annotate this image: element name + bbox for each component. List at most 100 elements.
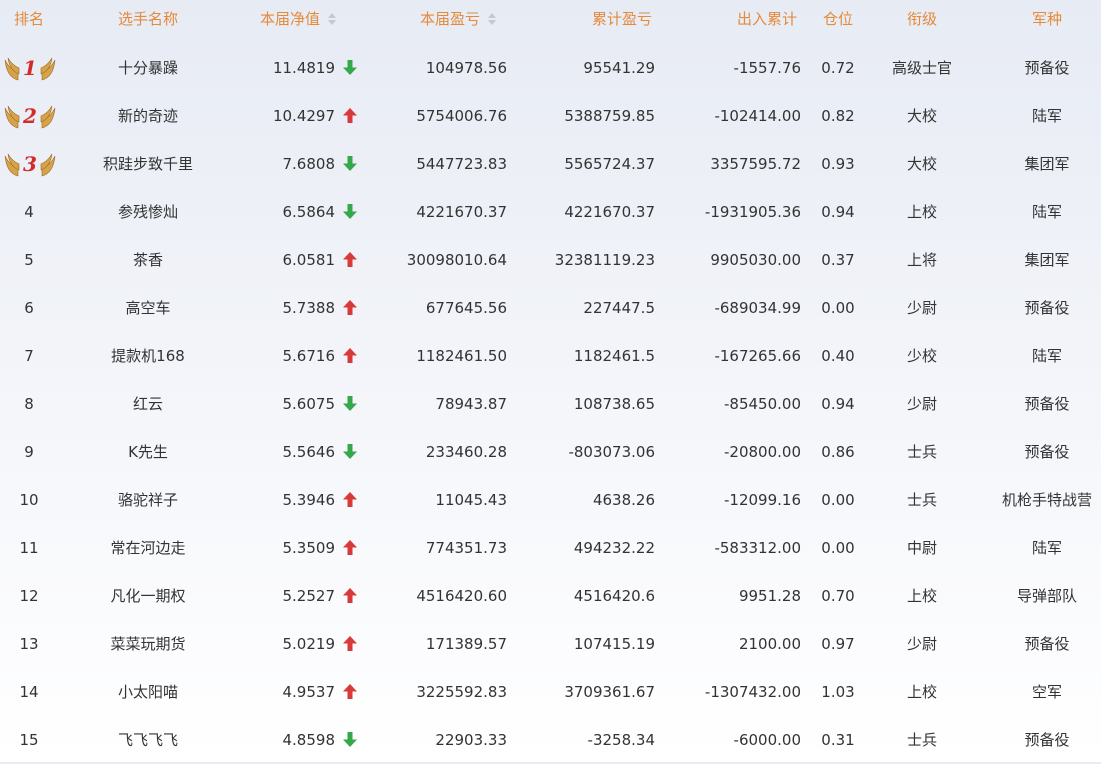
table-row[interactable]: 12 凡化一期权 5.2527 4516420.60 4516420.6 995… (0, 572, 1101, 620)
grade-value: 上校 (906, 683, 937, 701)
sort-icon[interactable] (328, 12, 336, 25)
header-rank: 排名 (13, 10, 44, 28)
total-pnl-value: 494232.22 (573, 539, 655, 557)
header-net-sortable[interactable]: 本届净值 (240, 0, 336, 38)
player-name[interactable]: 凡化一期权 (62, 572, 234, 620)
branch-value: 预备役 (1024, 299, 1070, 317)
rank-number: 3 (23, 152, 37, 176)
player-name[interactable]: 骆驼祥子 (62, 476, 234, 524)
position-value: 0.37 (821, 251, 855, 269)
player-name[interactable]: 菜菜玩期货 (62, 620, 234, 668)
net-value: 5.0219 (282, 635, 336, 653)
arrow-up-icon (343, 636, 357, 651)
branch-value: 集团军 (1024, 155, 1070, 173)
flow-value: -1557.76 (733, 59, 801, 77)
branch-value: 预备役 (1024, 443, 1070, 461)
rank-number: 1 (23, 56, 37, 80)
total-pnl-value: -803073.06 (568, 443, 655, 461)
arrow-up-icon (343, 252, 357, 267)
position-value: 0.94 (821, 203, 855, 221)
branch-value: 预备役 (1024, 731, 1070, 749)
table-row[interactable]: 5 茶香 6.0581 30098010.64 32381119.23 9905… (0, 236, 1101, 284)
table-row[interactable]: 6 高空车 5.7388 677645.56 227447.5 -689034.… (0, 284, 1101, 332)
arrow-down-icon (343, 204, 357, 219)
table-row[interactable]: 10 骆驼祥子 5.3946 11045.43 4638.26 -12099.1… (0, 476, 1101, 524)
pnl-value: 78943.87 (435, 395, 507, 413)
pnl-value: 171389.57 (425, 635, 507, 653)
flow-value: 9905030.00 (710, 251, 801, 269)
rank-cell: 7 (0, 332, 58, 380)
rank-medal: 1 (4, 52, 56, 84)
position-value: 0.94 (821, 395, 855, 413)
player-name[interactable]: 红云 (62, 380, 234, 428)
branch-value: 陆军 (1031, 347, 1062, 365)
grade-value: 上校 (906, 203, 937, 221)
rank-number: 2 (23, 104, 37, 128)
header-flow: 出入累计 (736, 10, 797, 28)
table-row[interactable]: 1 十分暴躁 11.4819 104978.56 95541.29 -1557.… (0, 44, 1101, 92)
sort-icon[interactable] (488, 12, 496, 25)
rank-cell: 8 (0, 380, 58, 428)
player-name[interactable]: 参残惨灿 (62, 188, 234, 236)
header-pnl-sortable[interactable]: 本届盈亏 (372, 0, 496, 38)
table-row[interactable]: 3 积跬步致千里 7.6808 5447723.83 5565724.37 33… (0, 140, 1101, 188)
pnl-value: 5754006.76 (416, 107, 507, 125)
player-name[interactable]: 新的奇迹 (62, 92, 234, 140)
flow-value: -1931905.36 (704, 203, 801, 221)
table-row[interactable]: 11 常在河边走 5.3509 774351.73 494232.22 -583… (0, 524, 1101, 572)
table-row[interactable]: 7 提款机168 5.6716 1182461.50 1182461.5 -16… (0, 332, 1101, 380)
net-value: 10.4297 (272, 107, 335, 125)
arrow-down-icon (343, 156, 357, 171)
rank-number: 15 (19, 731, 39, 749)
rank-number: 7 (24, 347, 34, 365)
player-name[interactable]: 高空车 (62, 284, 234, 332)
branch-value: 陆军 (1031, 107, 1062, 125)
branch-value: 导弹部队 (1016, 587, 1077, 605)
table-row[interactable]: 9 K先生 5.5646 233460.28 -803073.06 -20800… (0, 428, 1101, 476)
pnl-value: 4221670.37 (416, 203, 507, 221)
player-name[interactable]: 十分暴躁 (62, 44, 234, 92)
player-name[interactable]: 飞飞飞飞 (62, 716, 234, 764)
table-row[interactable]: 8 红云 5.6075 78943.87 108738.65 -85450.00… (0, 380, 1101, 428)
arrow-up-icon (343, 588, 357, 603)
player-name[interactable]: 积跬步致千里 (62, 140, 234, 188)
table-row[interactable]: 4 参残惨灿 6.5864 4221670.37 4221670.37 -193… (0, 188, 1101, 236)
flow-value: 3357595.72 (710, 155, 801, 173)
position-value: 0.93 (821, 155, 855, 173)
player-name[interactable]: 常在河边走 (62, 524, 234, 572)
player-name[interactable]: 小太阳喵 (62, 668, 234, 716)
header-branch: 军种 (1031, 10, 1062, 28)
grade-value: 大校 (906, 107, 937, 125)
rank-number: 8 (24, 395, 34, 413)
arrow-up-icon (343, 684, 357, 699)
rank-number: 11 (19, 539, 39, 557)
rank-cell: 15 (0, 716, 58, 764)
arrow-down-icon (343, 60, 357, 75)
total-pnl-value: 3709361.67 (564, 683, 655, 701)
header-net-label: 本届净值 (259, 10, 320, 28)
player-name[interactable]: 茶香 (62, 236, 234, 284)
position-value: 0.86 (821, 443, 855, 461)
grade-value: 士兵 (906, 443, 937, 461)
table-row[interactable]: 13 菜菜玩期货 5.0219 171389.57 107415.19 2100… (0, 620, 1101, 668)
table-row[interactable]: 2 新的奇迹 10.4297 5754006.76 5388759.85 -10… (0, 92, 1101, 140)
position-value: 0.00 (821, 299, 855, 317)
player-name[interactable]: 提款机168 (62, 332, 234, 380)
net-value: 6.0581 (282, 251, 336, 269)
table-row[interactable]: 15 飞飞飞飞 4.8598 22903.33 -3258.34 -6000.0… (0, 716, 1101, 764)
rank-number: 10 (19, 491, 39, 509)
net-value: 11.4819 (272, 59, 335, 77)
rank-number: 12 (19, 587, 39, 605)
net-value: 5.3946 (282, 491, 336, 509)
arrow-down-icon (343, 396, 357, 411)
rank-cell: 14 (0, 668, 58, 716)
rank-medal: 3 (4, 148, 56, 180)
player-name[interactable]: K先生 (62, 428, 234, 476)
total-pnl-value: 95541.29 (583, 59, 655, 77)
net-value: 5.7388 (282, 299, 336, 317)
flow-value: -20800.00 (724, 443, 801, 461)
position-value: 0.00 (821, 491, 855, 509)
net-value: 5.2527 (282, 587, 336, 605)
net-value: 5.3509 (282, 539, 336, 557)
table-row[interactable]: 14 小太阳喵 4.9537 3225592.83 3709361.67 -13… (0, 668, 1101, 716)
